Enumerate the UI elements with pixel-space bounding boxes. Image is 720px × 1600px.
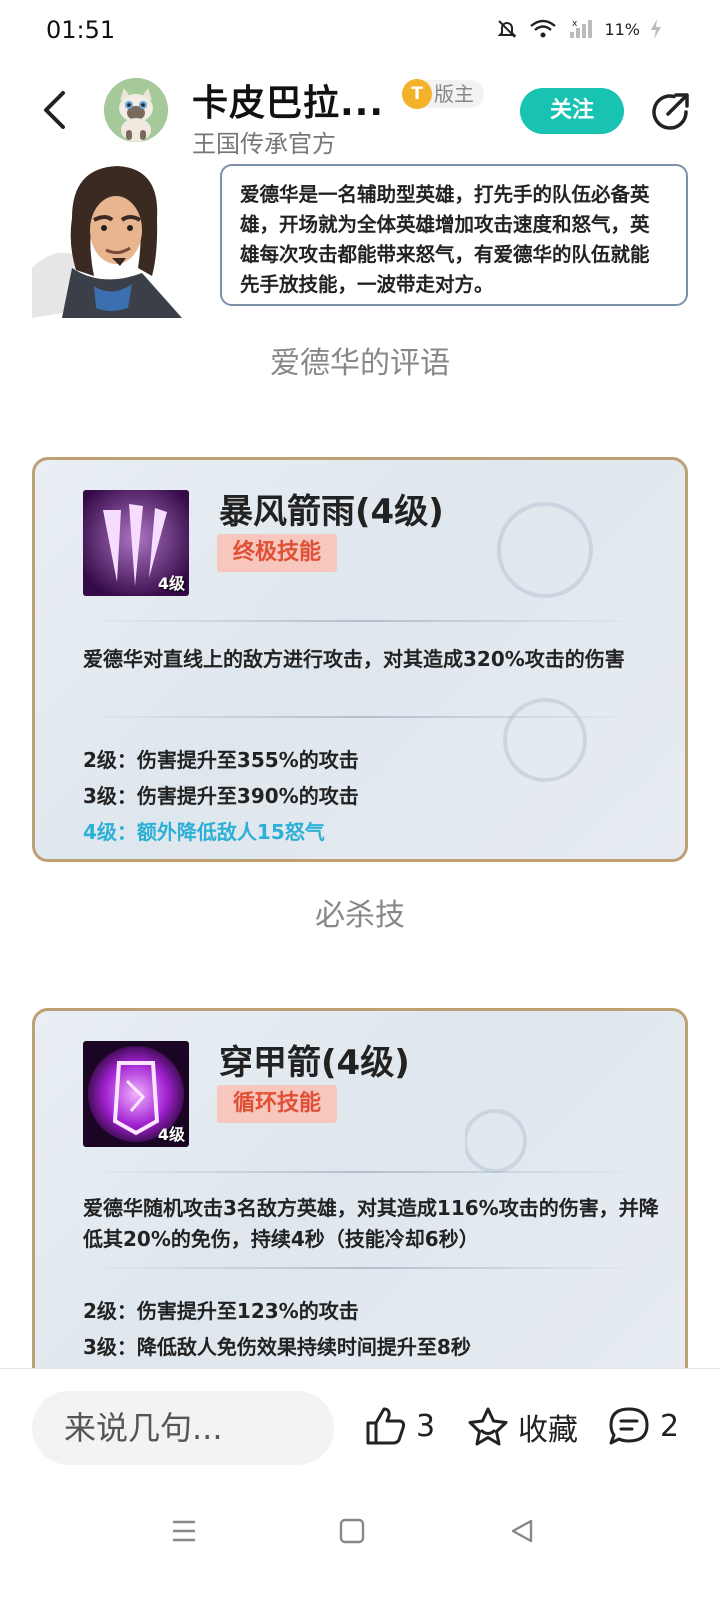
status-icons: x 11%	[496, 18, 662, 40]
skill-description: 爱德华随机攻击3名敌方英雄，对其造成116%攻击的伤害，并降低其20%的免伤，持…	[83, 1196, 659, 1251]
skill-icon-level: 4级	[157, 1125, 185, 1144]
mute-bell-icon	[498, 20, 517, 38]
like-count: 3	[416, 1408, 436, 1444]
wifi-icon	[530, 19, 557, 38]
avatar[interactable]	[104, 78, 168, 142]
skill-name: 穿甲箭(4级)	[219, 1043, 410, 1083]
like-button[interactable]: 3	[364, 1405, 435, 1447]
divider	[83, 1171, 643, 1173]
comment-button[interactable]: 2	[606, 1405, 679, 1447]
badge-label: 版主	[434, 82, 474, 106]
skill-tag: 循环技能	[217, 1085, 338, 1123]
page-title: 卡皮巴拉...	[192, 83, 385, 124]
skill-level-2: 2级：伤害提升至123%的攻击	[83, 1299, 359, 1323]
author-subtitle: 王国传承官方	[192, 130, 336, 158]
triangle-back-icon	[511, 1519, 533, 1543]
comment-count: 2	[660, 1408, 680, 1444]
menu-nav-button[interactable]	[164, 1511, 204, 1551]
skill-card: 4级 穿甲箭(4级) 循环技能 爱德华随机攻击3名敌方英雄，对其造成116%攻击…	[32, 1008, 688, 1388]
thumbs-up-icon	[366, 1407, 406, 1445]
coin-icon: T	[402, 79, 432, 109]
home-nav-button[interactable]	[332, 1511, 372, 1551]
skill-tag: 终极技能	[217, 534, 338, 572]
hero-portrait	[32, 158, 182, 318]
signal-icon: x	[570, 19, 593, 38]
bottom-bar: 来说几句... 3 收藏 2	[0, 1368, 720, 1600]
skill-level-4: 4级：额外降低敌人15怒气	[83, 820, 325, 844]
system-nav-bar	[0, 1489, 720, 1569]
moderator-badge: T 版主	[402, 79, 484, 109]
skill-description: 爱德华对直线上的敌方进行攻击，对其造成320%攻击的伤害	[83, 647, 625, 671]
back-button[interactable]	[34, 84, 74, 136]
skill-icon: 4级	[83, 490, 189, 596]
share-button[interactable]	[648, 90, 692, 134]
charging-icon	[651, 19, 661, 39]
skill-name: 暴风箭雨(4级)	[219, 492, 444, 532]
divider	[83, 716, 643, 718]
skill-level-2: 2级：伤害提升至355%的攻击	[83, 748, 359, 772]
favorite-label: 收藏	[518, 1413, 578, 1448]
back-nav-button[interactable]	[502, 1511, 542, 1551]
header: 卡皮巴拉... T 版主 王国传承官方 关注	[0, 62, 720, 158]
battery-text: 11%	[604, 19, 640, 39]
favorite-button[interactable]: 收藏	[466, 1405, 578, 1449]
comment-bubble-icon	[609, 1407, 649, 1445]
follow-button[interactable]: 关注	[520, 88, 624, 134]
divider	[83, 620, 643, 622]
skill-icon-level: 4级	[157, 574, 185, 593]
cat-avatar-icon	[104, 78, 168, 142]
status-time: 01:51	[46, 16, 116, 44]
status-bar: 01:51 x 11%	[0, 0, 720, 62]
hero-caption: 爱德华的评语	[270, 346, 450, 381]
skill-level-3: 3级：伤害提升至390%的攻击	[83, 784, 359, 808]
divider	[83, 1267, 643, 1269]
hero-portrait-image	[32, 166, 182, 318]
square-home-icon	[339, 1518, 365, 1544]
svg-text:x: x	[572, 19, 578, 29]
hero-speech-bubble: 爱德华是一名辅助型英雄，打先手的队伍必备英雄，开场就为全体英雄增加攻击速度和怒气…	[220, 164, 688, 306]
skill-level-3: 3级：降低敌人免伤效果持续时间提升至8秒	[83, 1335, 471, 1359]
menu-icon	[173, 1520, 195, 1542]
skill-caption: 必杀技	[315, 898, 405, 933]
share-icon	[652, 93, 689, 130]
skill-icon: 4级	[83, 1041, 189, 1147]
chevron-left-icon	[44, 91, 65, 129]
star-icon	[468, 1407, 508, 1446]
comment-input[interactable]: 来说几句...	[32, 1391, 334, 1465]
skill-card: 4级 暴风箭雨(4级) 终极技能 爱德华对直线上的敌方进行攻击，对其造成320%…	[32, 457, 688, 862]
